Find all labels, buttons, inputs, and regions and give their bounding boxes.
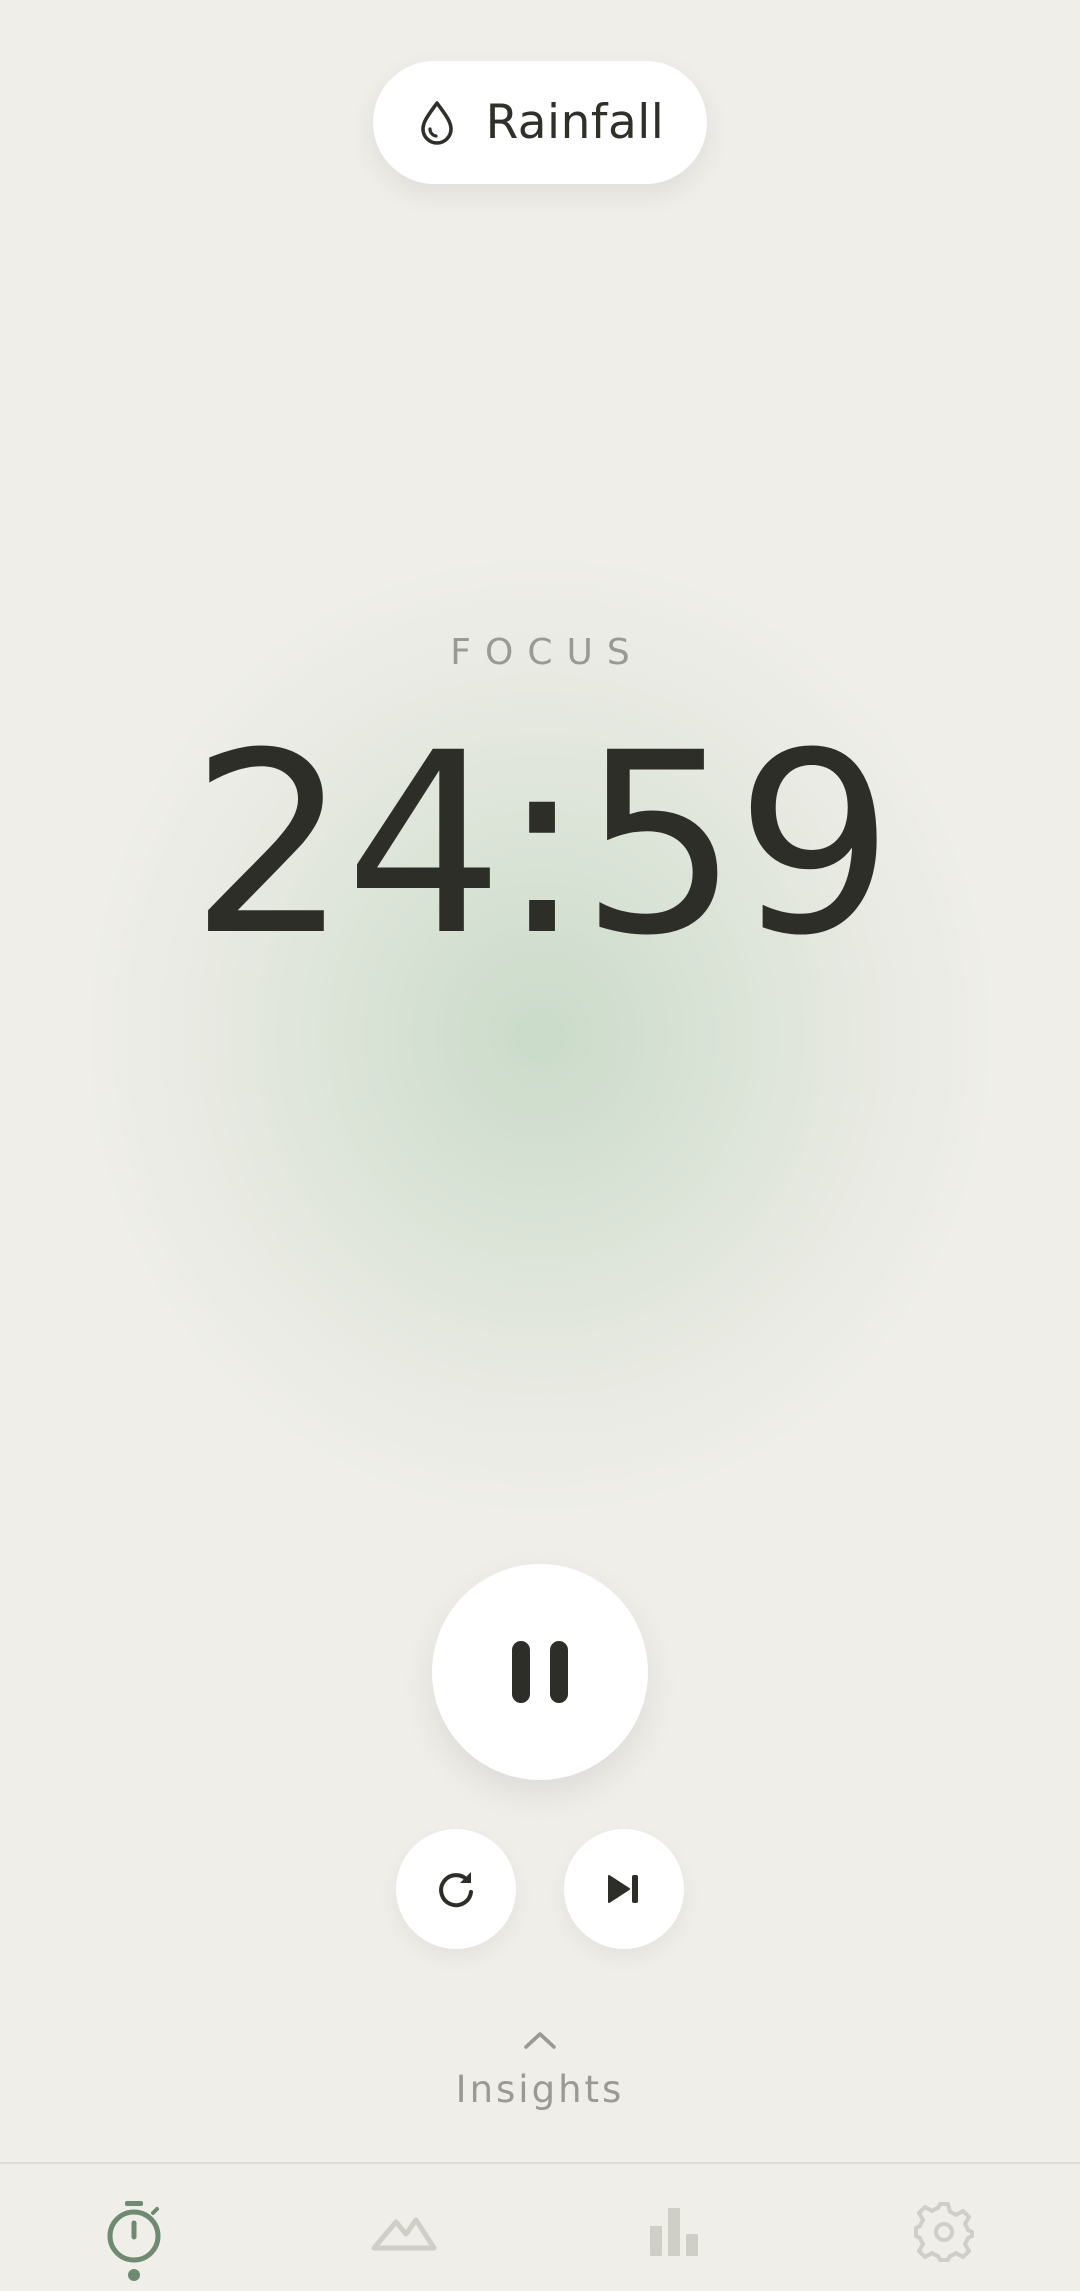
pause-button[interactable]	[432, 1564, 648, 1780]
countdown-display: 24:59	[189, 699, 894, 990]
pause-icon	[512, 1641, 568, 1703]
stopwatch-icon	[107, 2201, 161, 2263]
nav-item-timer[interactable]	[94, 2192, 174, 2272]
restart-button[interactable]	[396, 1829, 516, 1949]
gear-icon	[914, 2202, 974, 2262]
mountains-icon	[371, 2217, 437, 2251]
nav-item-settings[interactable]	[904, 2192, 984, 2272]
nav-item-landscape[interactable]	[364, 2192, 444, 2272]
bar-chart-icon	[650, 2208, 698, 2256]
water-drop-icon	[420, 100, 453, 145]
ambient-sound-label: Rainfall	[485, 95, 665, 150]
focus-timer-screen: Rainfall FOCUS 24:59 Insights	[0, 0, 1080, 2291]
nav-item-stats[interactable]	[634, 2192, 714, 2272]
insights-toggle[interactable]: Insights	[0, 2030, 1080, 2111]
ambient-sound-selector[interactable]: Rainfall	[373, 61, 707, 184]
insights-label: Insights	[455, 2068, 625, 2111]
chevron-up-icon	[524, 2032, 556, 2049]
timer-mode-label: FOCUS	[450, 632, 644, 673]
active-tab-indicator	[128, 2269, 140, 2281]
skip-button[interactable]	[564, 1829, 684, 1949]
bottom-navigation	[0, 2162, 1080, 2291]
skip-next-icon	[608, 1875, 638, 1903]
restart-icon	[439, 1872, 473, 1908]
